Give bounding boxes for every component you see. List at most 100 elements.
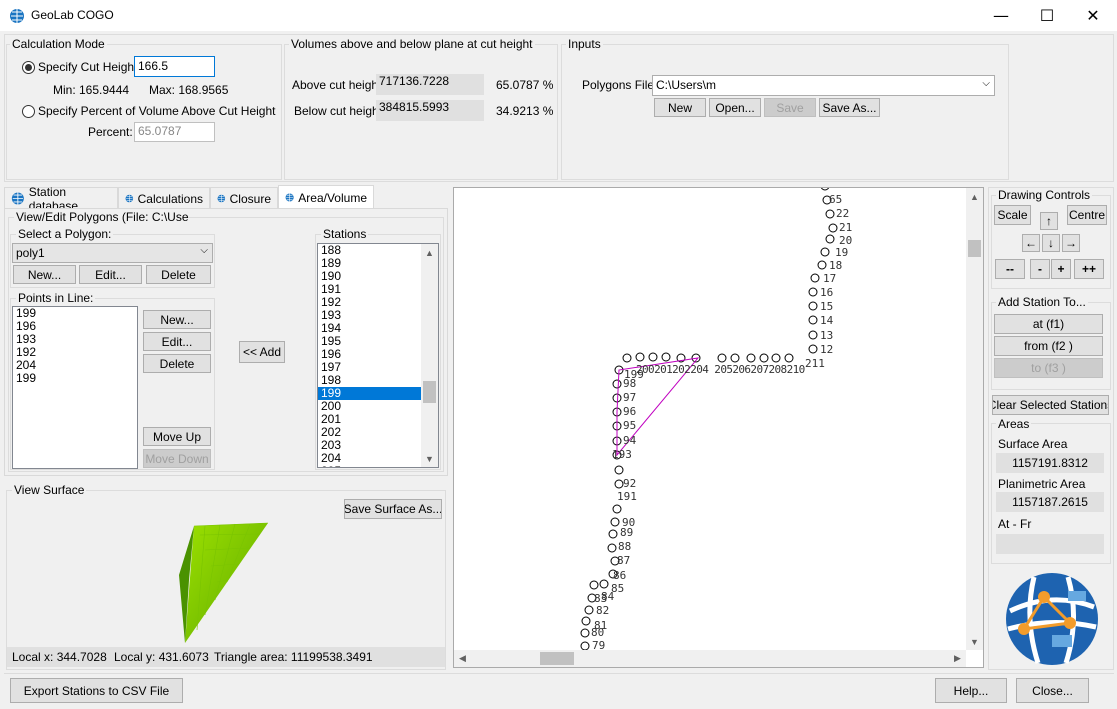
map-station-label: 86 <box>613 569 627 582</box>
arrow-left-icon: ← <box>1025 236 1037 250</box>
close-button[interactable]: Close... <box>1016 678 1089 703</box>
point-delete-button[interactable]: Delete <box>143 354 211 373</box>
point-edit-button[interactable]: Edit... <box>143 332 211 351</box>
planimetric-area-label: Planimetric Area <box>998 477 1086 491</box>
arrow-right-icon: → <box>1065 236 1077 250</box>
polygons-group-label: View/Edit Polygons (File: C:\Users\n <box>14 210 188 224</box>
station-item[interactable]: 205 <box>318 465 422 467</box>
above-pct: 65.0787 % <box>496 78 554 92</box>
clear-stations-button[interactable]: Clear Selected Stations <box>992 395 1109 415</box>
station-map-canvas[interactable]: 65 22 21 20 19 18 17 16 15 14 13 12 211 … <box>453 187 984 668</box>
maximize-button[interactable]: ☐ <box>1024 0 1070 31</box>
percent-radio[interactable] <box>22 105 35 118</box>
local-x-readout: Local x: 344.7028 <box>12 650 107 664</box>
map-station-label: 13 <box>820 329 834 342</box>
scroll-up-arrow-icon[interactable]: ▲ <box>966 188 983 205</box>
map-station-label: 96 <box>623 405 637 418</box>
pan-down-button[interactable]: ↓ <box>1042 234 1060 252</box>
percent-input[interactable]: 65.0787 <box>134 122 215 142</box>
above-value: 717136.7228 <box>376 74 484 95</box>
stations-list[interactable]: 188 189 190 191 192 193 194 195 196 197 … <box>317 243 439 468</box>
map-station-label: 98 <box>623 377 637 390</box>
tab-calculations[interactable]: Calculations <box>118 187 210 209</box>
polygon-select[interactable]: poly1 ⌵ <box>12 243 213 263</box>
arrow-up-icon: ↑ <box>1046 214 1052 228</box>
move-up-button[interactable]: Move Up <box>143 427 211 446</box>
help-button[interactable]: Help... <box>935 678 1007 703</box>
file-save-button[interactable]: Save <box>764 98 816 117</box>
scroll-thumb[interactable] <box>423 381 436 403</box>
scroll-left-arrow-icon[interactable]: ◀ <box>454 650 471 667</box>
stations-scrollbar[interactable]: ▲ ▼ <box>421 244 438 467</box>
map-station-label: 211 <box>805 357 825 370</box>
map-station-label: 15 <box>820 300 834 313</box>
drawing-controls-label: Drawing Controls <box>996 188 1093 202</box>
polygons-file-select[interactable]: C:\Users\m ⌵ <box>652 75 995 96</box>
planimetric-area-value: 1157187.2615 <box>996 492 1104 512</box>
window-title: GeoLab COGO <box>31 8 114 22</box>
add-to-button[interactable]: to (f3 ) <box>994 358 1103 378</box>
add-from-button[interactable]: from (f2 ) <box>994 336 1103 356</box>
close-window-button[interactable]: ✕ <box>1070 0 1116 31</box>
scroll-down-arrow-icon[interactable]: ▼ <box>966 633 983 650</box>
map-vertical-scrollbar[interactable]: ▲ ▼ <box>966 188 983 650</box>
zoom-in-button[interactable]: + <box>1051 259 1071 279</box>
globe-icon <box>285 193 294 202</box>
surface-area-value: 1157191.8312 <box>996 453 1104 473</box>
centre-button[interactable]: Centre <box>1067 205 1107 225</box>
cut-height-input[interactable]: 166.5 <box>134 56 215 77</box>
zoom-in-large-button[interactable]: ++ <box>1074 259 1104 279</box>
local-y-readout: Local y: 431.6073 <box>114 650 209 664</box>
points-list[interactable]: 199 196 193 192 204 199 <box>12 306 138 469</box>
points-list-item[interactable]: 199 <box>13 372 137 385</box>
cut-height-radio[interactable] <box>22 61 35 74</box>
map-station-label: 65 <box>829 193 843 206</box>
title-bar: GeoLab COGO — ☐ ✕ <box>0 0 1117 31</box>
file-saveas-button[interactable]: Save As... <box>819 98 880 117</box>
tab-station-database[interactable]: Station database <box>4 185 118 213</box>
pan-right-button[interactable]: → <box>1062 234 1080 252</box>
save-surface-button[interactable]: Save Surface As... <box>344 499 442 519</box>
pan-up-button[interactable]: ↑ <box>1040 212 1058 230</box>
polygon-new-button[interactable]: New... <box>13 265 76 284</box>
zoom-out-button[interactable]: - <box>1030 259 1050 279</box>
add-at-button[interactable]: at (f1) <box>994 314 1103 334</box>
polygon-edit-button[interactable]: Edit... <box>79 265 142 284</box>
map-station-label: 193 <box>612 448 632 461</box>
station-item[interactable]: 204 <box>318 452 422 465</box>
scroll-up-arrow-icon[interactable]: ▲ <box>421 244 438 261</box>
file-new-button[interactable]: New <box>654 98 706 117</box>
scroll-thumb[interactable] <box>540 652 574 665</box>
below-pct: 34.9213 % <box>496 104 554 118</box>
scroll-down-arrow-icon[interactable]: ▼ <box>421 450 438 467</box>
add-station-to-polygon-button[interactable]: << Add <box>239 341 285 363</box>
tab-closure[interactable]: Closure <box>210 187 278 209</box>
map-station-label: 97 <box>623 391 637 404</box>
map-station-label: 82 <box>596 604 610 617</box>
cut-height-radio-label: Specify Cut Height: <box>38 60 141 74</box>
polygon-delete-button[interactable]: Delete <box>146 265 211 284</box>
map-station-label: 89 <box>620 526 634 539</box>
globe-icon <box>125 194 134 203</box>
point-new-button[interactable]: New... <box>143 310 211 329</box>
chevron-down-icon: ⌵ <box>200 245 208 256</box>
tab-area-volume[interactable]: Area/Volume <box>278 185 374 209</box>
below-value: 384815.5993 <box>376 100 484 121</box>
zoom-out-large-button[interactable]: -- <box>995 259 1025 279</box>
globe-icon <box>11 192 24 205</box>
pan-left-button[interactable]: ← <box>1022 234 1040 252</box>
map-station-label: 92 <box>623 477 637 490</box>
map-station-label: 80 <box>591 626 605 639</box>
map-horizontal-scrollbar[interactable]: ◀ ▶ <box>454 650 966 667</box>
file-open-button[interactable]: Open... <box>709 98 761 117</box>
export-csv-button[interactable]: Export Stations to CSV File <box>10 678 183 703</box>
max-label: Max: 168.9565 <box>149 83 229 97</box>
scale-button[interactable]: Scale <box>994 205 1031 225</box>
scroll-right-arrow-icon[interactable]: ▶ <box>949 650 966 667</box>
map-station-label: 12 <box>820 343 834 356</box>
scroll-thumb[interactable] <box>968 240 981 257</box>
minimize-button[interactable]: — <box>978 0 1024 31</box>
move-down-button[interactable]: Move Down <box>143 449 211 468</box>
map-station-label: 95 <box>623 419 637 432</box>
stations-label: Stations <box>321 227 369 241</box>
